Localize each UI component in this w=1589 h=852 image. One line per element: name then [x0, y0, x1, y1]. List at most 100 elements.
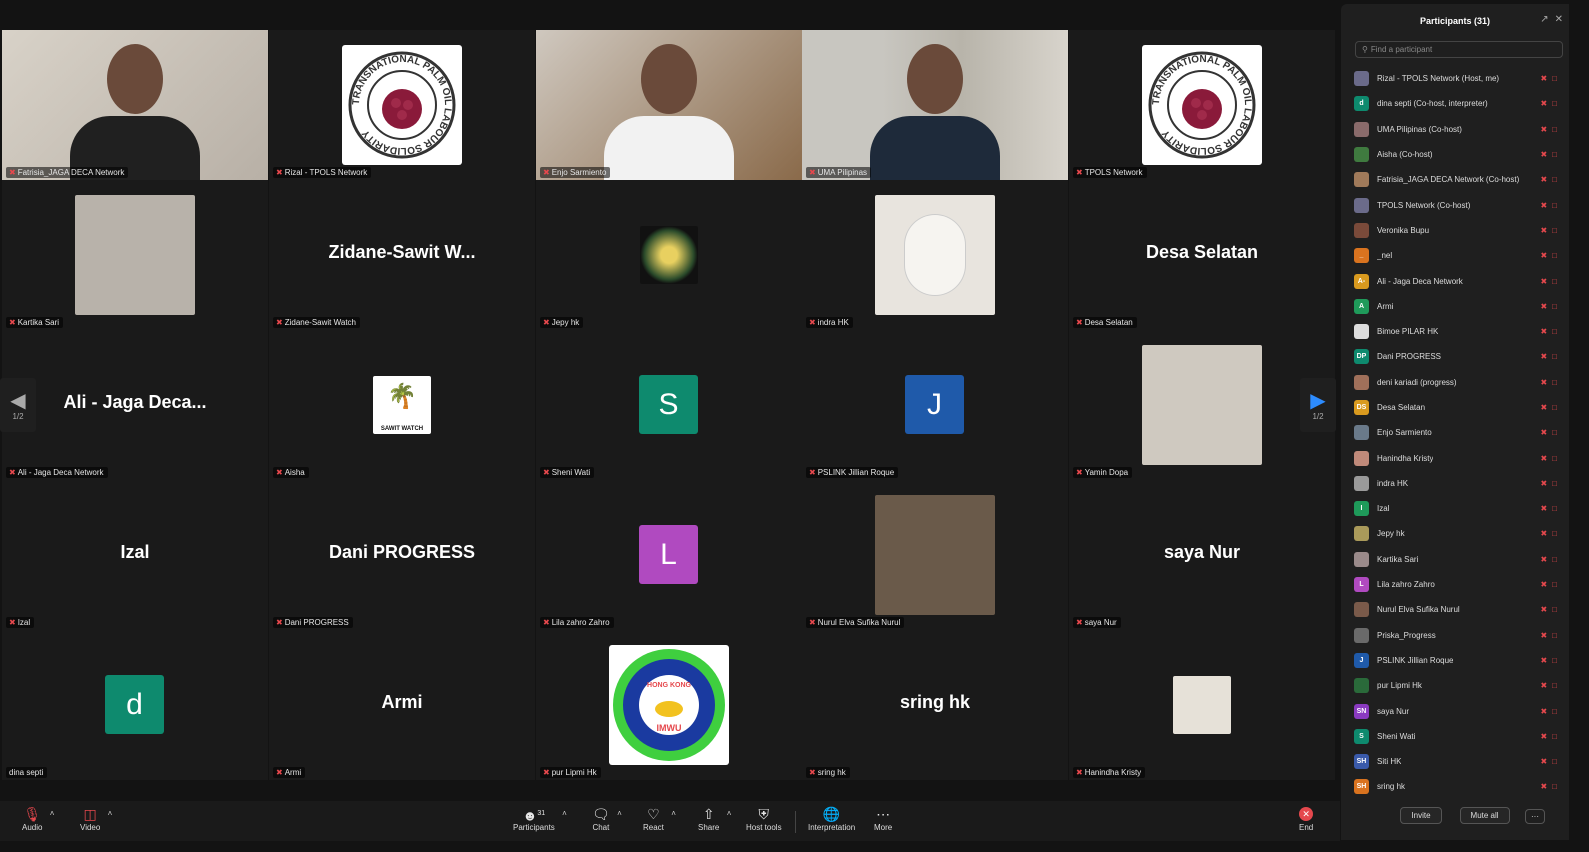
participant-avatar: I: [1354, 501, 1369, 517]
end-button[interactable]: ✕ End: [1299, 805, 1313, 832]
video-tile[interactable]: ✖ UMA Pilipinas: [802, 30, 1068, 180]
video-tile[interactable]: Desa Selatan ✖ Desa Selatan: [1069, 180, 1335, 330]
participant-name: Priska_Progress: [1377, 630, 1436, 640]
participant-row[interactable]: UMA Pilipinas (Co-host) ✖ □: [1341, 117, 1569, 142]
interpretation-button[interactable]: 🌐 Interpretation: [808, 805, 855, 832]
video-tile[interactable]: ✖ Jepy hk: [536, 180, 802, 330]
participants-button[interactable]: ☻31 Participants ˄: [513, 805, 567, 832]
audio-button[interactable]: 🎙 Audio ˄: [22, 805, 54, 832]
video-button[interactable]: ◫ Video ˄: [80, 805, 112, 832]
video-tile[interactable]: TRANSNATIONAL PALM OIL LABOUR SOLIDARITY…: [269, 30, 535, 180]
video-off-icon: □: [1552, 99, 1557, 109]
name-tag-label: Ali - Jaga Deca Network: [17, 468, 104, 477]
participant-row[interactable]: Priska_Progress ✖ □: [1341, 623, 1569, 648]
video-tile[interactable]: Zidane-Sawit W... ✖ Zidane-Sawit Watch: [269, 180, 535, 330]
video-off-icon: □: [1552, 554, 1557, 564]
name-tag: ✖ Dani PROGRESS: [273, 617, 353, 628]
video-tile[interactable]: d dina septi: [2, 630, 268, 780]
participant-search-input[interactable]: ⚲ Find a participant: [1355, 41, 1563, 58]
panel-more-button[interactable]: ···: [1525, 809, 1545, 824]
participant-row[interactable]: pur Lipmi Hk ✖ □: [1341, 673, 1569, 698]
participant-name: Enjo Sarmiento: [1377, 428, 1432, 438]
participant-row[interactable]: SH sring hk ✖ □: [1341, 774, 1569, 799]
name-tag-label: pur Lipmi Hk: [551, 768, 597, 777]
more-button[interactable]: ⋯ More: [874, 805, 892, 832]
video-tile[interactable]: Ali - Jaga Deca... ✖ Ali - Jaga Deca Netwo…: [2, 330, 268, 480]
mic-muted-icon: ✖: [1540, 74, 1548, 84]
video-tile[interactable]: S ✖ Sheni Wati: [536, 330, 802, 480]
participant-row[interactable]: Rizal - TPOLS Network (Host, me) ✖ □: [1341, 66, 1569, 91]
video-off-icon: ◫: [83, 806, 97, 822]
video-tile[interactable]: ✖ Nurul Elva Sufika Nurul: [802, 480, 1068, 630]
video-tile[interactable]: Armi ✖ Armi: [269, 630, 535, 780]
participant-row[interactable]: Nurul Elva Sufika Nurul ✖ □: [1341, 597, 1569, 622]
chevron-up-icon[interactable]: ˄: [671, 809, 676, 818]
video-tile[interactable]: L ✖ Lila zahro Zahro: [536, 480, 802, 630]
close-icon[interactable]: ✕: [1555, 14, 1563, 25]
participant-status-icons: ✖ □: [1540, 782, 1557, 791]
participant-row[interactable]: A Armi ✖ □: [1341, 294, 1569, 319]
participant-avatar: [1354, 627, 1369, 643]
participant-row[interactable]: DP Dani PROGRESS ✖ □: [1341, 344, 1569, 369]
video-tile[interactable]: Izal ✖ Izal: [2, 480, 268, 630]
participant-row[interactable]: Bimoe PILAR HK ✖ □: [1341, 319, 1569, 344]
participant-row[interactable]: Veronika Bupu ✖ □: [1341, 218, 1569, 243]
react-button[interactable]: ♡ React ˄: [643, 805, 676, 832]
participant-row[interactable]: Hanindha Kristy ✖ □: [1341, 445, 1569, 470]
video-tile[interactable]: 🌴 SAWIT WATCH ✖ Aisha: [269, 330, 535, 480]
video-tile[interactable]: ✖ indra HK: [802, 180, 1068, 330]
participant-row[interactable]: TPOLS Network (Co-host) ✖ □: [1341, 192, 1569, 217]
video-tile[interactable]: ✖ Hanindha Kristy: [1069, 630, 1335, 780]
chevron-up-icon[interactable]: ˄: [108, 809, 113, 818]
video-tile[interactable]: ✖ Yamin Dopa: [1069, 330, 1335, 480]
video-tile[interactable]: ✖ Fatrisia_JAGA DECA Network: [2, 30, 268, 180]
name-tag-label: Jepy hk: [551, 318, 580, 327]
video-tile[interactable]: ✖ Enjo Sarmiento: [536, 30, 802, 180]
participant-row[interactable]: Kartika Sari ✖ □: [1341, 547, 1569, 572]
mic-muted-icon: ✖: [1540, 681, 1548, 691]
participant-avatar: [1354, 425, 1369, 441]
chevron-up-icon[interactable]: ˄: [50, 809, 55, 818]
chevron-up-icon[interactable]: ˄: [562, 809, 567, 818]
participant-row[interactable]: indra HK ✖ □: [1341, 471, 1569, 496]
participant-row[interactable]: deni kariadi (progress) ✖ □: [1341, 370, 1569, 395]
participant-row[interactable]: Aisha (Co-host) ✖ □: [1341, 142, 1569, 167]
participant-row[interactable]: SH Siti HK ✖ □: [1341, 749, 1569, 774]
participant-row[interactable]: J PSLINK Jillian Roque ✖ □: [1341, 648, 1569, 673]
participant-row[interactable]: I Izal ✖ □: [1341, 496, 1569, 521]
participant-avatar: [1354, 324, 1369, 340]
heart-icon: ♡: [647, 806, 660, 822]
host-tools-button[interactable]: ⛨ Host tools: [746, 805, 782, 832]
video-tile[interactable]: Dani PROGRESS ✖ Dani PROGRESS: [269, 480, 535, 630]
invite-button[interactable]: Invite: [1400, 807, 1442, 824]
video-tile[interactable]: TRANSNATIONAL PALM OIL LABOUR SOLIDARITY…: [1069, 30, 1335, 180]
mic-muted-icon: ✖: [809, 768, 816, 777]
participant-row[interactable]: L Lila zahro Zahro ✖ □: [1341, 572, 1569, 597]
video-tile[interactable]: ✖ Kartika Sari: [2, 180, 268, 330]
chevron-up-icon[interactable]: ˄: [617, 809, 622, 818]
participant-row[interactable]: d dina septi (Co-host, interpreter) ✖ □: [1341, 91, 1569, 116]
next-page-button[interactable]: ▶ 1/2: [1300, 378, 1336, 432]
participant-row[interactable]: Fatrisia_JAGA DECA Network (Co-host) ✖ □: [1341, 167, 1569, 192]
mic-muted-icon: ✖: [1540, 150, 1548, 160]
video-tile[interactable]: saya Nur ✖ saya Nur: [1069, 480, 1335, 630]
participant-row[interactable]: Jepy hk ✖ □: [1341, 521, 1569, 546]
chat-button[interactable]: 🗨 Chat ˄: [592, 805, 622, 832]
name-tag-label: Yamin Dopa: [1084, 468, 1129, 477]
mute-all-button[interactable]: Mute all: [1459, 807, 1510, 824]
video-tile[interactable]: J ✖ PSLINK Jillian Roque: [802, 330, 1068, 480]
more-label: More: [874, 823, 893, 832]
participant-status-icons: ✖ □: [1540, 757, 1557, 766]
chevron-up-icon[interactable]: ˄: [727, 809, 732, 818]
share-button[interactable]: ⇧ Share ˄: [698, 805, 731, 832]
participant-row[interactable]: A- Ali - Jaga Deca Network ✖ □: [1341, 268, 1569, 293]
participant-row[interactable]: DS Desa Selatan ✖ □: [1341, 395, 1569, 420]
participant-row[interactable]: SN saya Nur ✖ □: [1341, 698, 1569, 723]
participant-row[interactable]: S Sheni Wati ✖ □: [1341, 724, 1569, 749]
prev-page-button[interactable]: ◀ 1/2: [0, 378, 36, 432]
popout-icon[interactable]: ↗: [1540, 14, 1548, 25]
participant-row[interactable]: _ _nel ✖ □: [1341, 243, 1569, 268]
video-tile[interactable]: sring hk ✖ sring hk: [802, 630, 1068, 780]
video-tile[interactable]: HONG KONG IMWU ✖ pur Lipmi Hk: [536, 630, 802, 780]
participant-row[interactable]: Enjo Sarmiento ✖ □: [1341, 420, 1569, 445]
